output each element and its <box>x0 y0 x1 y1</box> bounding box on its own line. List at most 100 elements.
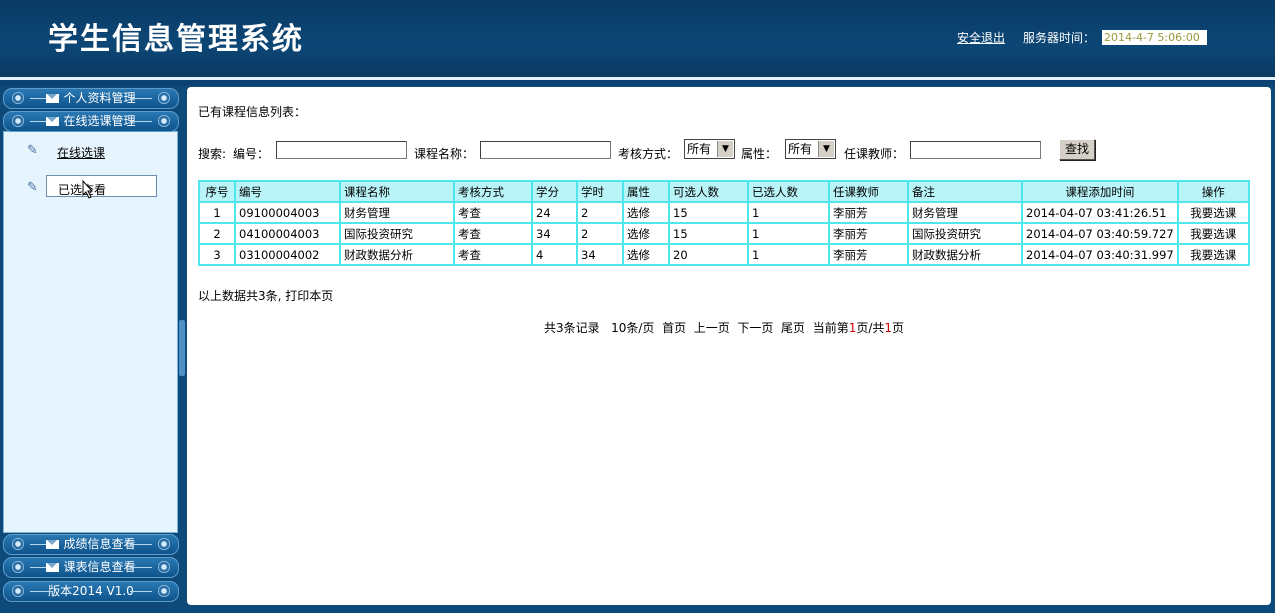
cell-code: 09100004003 <box>236 203 339 222</box>
sidebar-section-course-selection[interactable]: 在线选课管理 <box>3 111 179 132</box>
cell-enrolled: 1 <box>749 203 828 222</box>
col-header: 任课教师 <box>830 182 907 201</box>
header-shade <box>0 80 1275 86</box>
table-row: 2 04100004003 国际投资研究 考查 34 2 选修 15 1 李丽芳… <box>200 224 1248 243</box>
cell-hours: 2 <box>578 203 622 222</box>
cell-remark: 财政数据分析 <box>909 245 1021 264</box>
cell-remark: 财务管理 <box>909 203 1021 222</box>
cell-course-name: 财政数据分析 <box>341 245 453 264</box>
cell-added-time: 2014-04-07 03:40:31.997 <box>1023 245 1177 264</box>
col-header: 已选人数 <box>749 182 828 201</box>
cell-hours: 34 <box>578 245 622 264</box>
divider <box>130 544 152 545</box>
sidebar-splitter-handle[interactable] <box>179 320 185 376</box>
cell-exam-method: 考查 <box>455 245 531 264</box>
envelope-icon <box>46 563 60 572</box>
cell-credits: 24 <box>533 203 576 222</box>
sidebar: 个人资料管理 在线选课管理 ✎ 在线选课 ✎ 已选查看 成绩信息查看 课表信息查… <box>3 87 179 607</box>
divider <box>130 121 152 122</box>
cell-capacity: 15 <box>670 224 747 243</box>
cell-capacity: 20 <box>670 245 747 264</box>
knob-icon <box>158 585 170 597</box>
col-header: 学分 <box>533 182 576 201</box>
cell-code: 03100004002 <box>236 245 339 264</box>
col-header: 编号 <box>236 182 339 201</box>
exam-method-value: 所有 <box>687 142 712 156</box>
course-name-label: 课程名称： <box>414 147 475 161</box>
cell-course-name: 财务管理 <box>341 203 453 222</box>
code-label: 编号： <box>233 147 270 161</box>
record-summary: 以上数据共3条, 打印本页 <box>198 289 334 303</box>
pencil-icon: ✎ <box>27 180 38 195</box>
sidebar-version: 版本2014 V1.0 <box>3 581 179 602</box>
sidebar-section-profile[interactable]: 个人资料管理 <box>3 88 179 109</box>
pagination: 共3条记录 10条/页 首页 上一页 下一页 尾页 当前第1页/共1页 <box>544 319 904 336</box>
select-course-link[interactable]: 我要选课 <box>1178 245 1248 264</box>
knob-icon <box>12 92 24 104</box>
sidebar-item-label: 在线选课 <box>57 146 106 160</box>
pager-total: 共3条记录 <box>544 321 600 335</box>
sidebar-section-timetable[interactable]: 课表信息查看 <box>3 557 179 578</box>
pager-first[interactable]: 首页 <box>662 321 686 335</box>
knob-icon <box>158 538 170 550</box>
chevron-down-icon: ▼ <box>818 141 834 157</box>
table-header-row: 序号 编号 课程名称 考核方式 学分 学时 属性 可选人数 已选人数 任课教师 … <box>200 182 1248 201</box>
envelope-icon <box>46 117 60 126</box>
attribute-label: 属性： <box>741 147 778 161</box>
main-content: 已有课程信息列表： 搜索: 编号： 课程名称： 考核方式： 所有 ▼ 属性： 所… <box>187 87 1271 605</box>
pager-per-page: 10条/页 <box>611 321 655 335</box>
cell-remark: 国际投资研究 <box>909 224 1021 243</box>
pager-next[interactable]: 下一页 <box>737 321 773 335</box>
logout-link[interactable]: 安全退出 <box>957 29 1005 46</box>
sidebar-section-label: 个人资料管理 <box>63 91 136 105</box>
pager-last[interactable]: 尾页 <box>781 321 805 335</box>
col-header: 备注 <box>909 182 1021 201</box>
attribute-select[interactable]: 所有 ▼ <box>785 139 836 159</box>
version-label: 版本2014 V1.0 <box>48 584 134 598</box>
divider <box>30 591 52 592</box>
cell-course-name: 国际投资研究 <box>341 224 453 243</box>
chevron-down-icon: ▼ <box>717 141 733 157</box>
knob-icon <box>12 585 24 597</box>
table-row: 1 09100004003 财务管理 考查 24 2 选修 15 1 李丽芳 财… <box>200 203 1248 222</box>
pencil-icon: ✎ <box>27 143 38 158</box>
exam-method-label: 考核方式： <box>618 147 679 161</box>
cell-index: 3 <box>200 245 234 264</box>
col-header: 课程名称 <box>341 182 453 201</box>
cell-enrolled: 1 <box>749 245 828 264</box>
divider <box>130 98 152 99</box>
cell-enrolled: 1 <box>749 224 828 243</box>
pager-current-prefix: 当前第 <box>812 321 849 335</box>
app-title: 学生信息管理系统 <box>48 22 304 57</box>
code-input[interactable] <box>276 141 407 159</box>
cell-credits: 4 <box>533 245 576 264</box>
cell-attribute: 选修 <box>624 203 668 222</box>
course-table: 序号 编号 课程名称 考核方式 学分 学时 属性 可选人数 已选人数 任课教师 … <box>198 180 1250 266</box>
list-title: 已有课程信息列表： <box>198 105 307 119</box>
cell-added-time: 2014-04-07 03:41:26.51 <box>1023 203 1177 222</box>
cell-capacity: 15 <box>670 203 747 222</box>
pager-prev[interactable]: 上一页 <box>694 321 730 335</box>
server-time-value: 2014-4-7 5:06:00 <box>1102 30 1207 45</box>
knob-icon <box>158 561 170 573</box>
top-banner: 学生信息管理系统 安全退出 服务器时间： 2014-4-7 5:06:00 <box>0 0 1275 77</box>
search-button[interactable]: 查找 <box>1059 139 1095 160</box>
cell-index: 1 <box>200 203 234 222</box>
cell-exam-method: 考查 <box>455 203 531 222</box>
col-header: 学时 <box>578 182 622 201</box>
exam-method-select[interactable]: 所有 ▼ <box>684 139 735 159</box>
course-name-input[interactable] <box>480 141 611 159</box>
col-header: 可选人数 <box>670 182 747 201</box>
col-header: 序号 <box>200 182 234 201</box>
select-course-link[interactable]: 我要选课 <box>1178 224 1248 243</box>
search-prefix: 搜索: <box>198 147 227 161</box>
pager-total-pages: 1 <box>884 321 893 335</box>
select-course-link[interactable]: 我要选课 <box>1178 203 1248 222</box>
teacher-label: 任课教师： <box>844 147 905 161</box>
sidebar-section-label: 在线选课管理 <box>63 114 136 128</box>
teacher-input[interactable] <box>910 141 1041 159</box>
cell-index: 2 <box>200 224 234 243</box>
knob-icon <box>12 538 24 550</box>
pager-of-prefix: 页/共 <box>856 321 885 335</box>
sidebar-section-grades[interactable]: 成绩信息查看 <box>3 534 179 555</box>
